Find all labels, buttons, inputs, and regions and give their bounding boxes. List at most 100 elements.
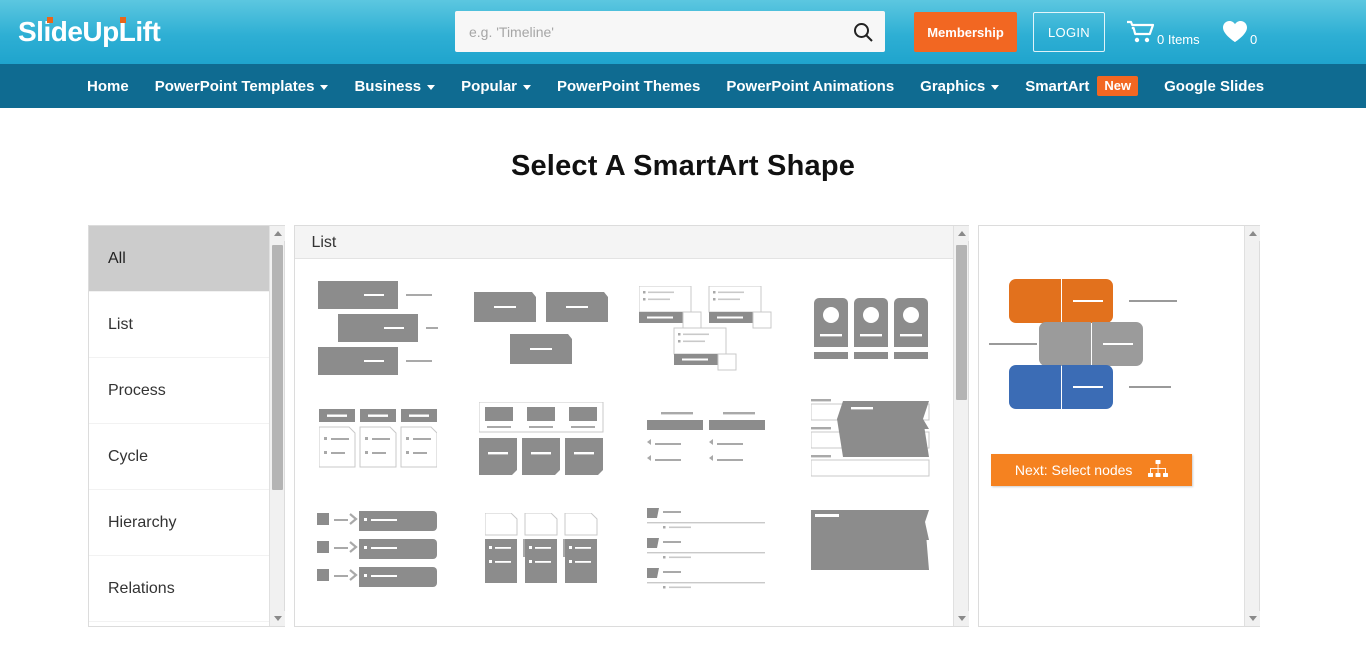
- gallery-row: [295, 494, 953, 604]
- shape-thumbnail-picture-header-list[interactable]: [460, 384, 624, 494]
- shape-thumbnail-chevron-label-list[interactable]: [295, 604, 459, 626]
- scroll-down-icon[interactable]: [270, 611, 285, 626]
- gallery-row: [295, 384, 953, 494]
- shape-thumbnail-icon-label-pair-list[interactable]: [460, 604, 624, 626]
- shape-thumbnail-ribbon-bullet-list[interactable]: [789, 494, 953, 604]
- shape-thumbnail-square-arrow-list[interactable]: [295, 494, 459, 604]
- nav-item-home[interactable]: Home: [74, 64, 142, 108]
- gallery-scroll-down-icon[interactable]: [954, 611, 969, 626]
- category-item-process[interactable]: Process: [89, 358, 284, 424]
- category-item-label: Relations: [108, 580, 175, 597]
- shape-thumbnail-diamond-marker-list[interactable]: [789, 604, 953, 626]
- shape-gallery-panel: List: [294, 225, 969, 627]
- nav-item-label: PowerPoint Animations: [726, 78, 894, 95]
- login-button[interactable]: LOGIN: [1033, 12, 1105, 52]
- membership-button[interactable]: Membership: [914, 12, 1017, 52]
- preview-caption-line: [1129, 386, 1171, 388]
- heart-icon: [1222, 20, 1248, 48]
- preview-node-text-line: [1073, 386, 1103, 388]
- nav-item-label: Google Slides: [1164, 78, 1264, 95]
- shape-thumbnail-tagged-line-list[interactable]: [624, 494, 788, 604]
- category-item-hierarchy[interactable]: Hierarchy: [89, 490, 284, 556]
- gallery-section-title: List: [295, 226, 968, 259]
- shape-thumbnail-titled-columns-list[interactable]: [295, 384, 459, 494]
- nav-item-powerpoint-themes[interactable]: PowerPoint Themes: [544, 64, 713, 108]
- search-input[interactable]: [455, 24, 841, 40]
- shape-thumbnail-angled-banner-list[interactable]: [789, 384, 953, 494]
- cart-item-count: 0 Items: [1157, 32, 1200, 49]
- preview-caption-line: [1129, 300, 1177, 302]
- category-list: All List Process Cycle Hierarchy Relations: [89, 226, 284, 626]
- preview-row-orange: [979, 279, 1239, 323]
- nav-item-label: Graphics: [920, 78, 985, 95]
- next-select-nodes-button[interactable]: Next: Select nodes: [991, 454, 1192, 486]
- category-scroll-thumb[interactable]: [272, 245, 283, 490]
- preview-caption-line: [989, 343, 1037, 345]
- nav-item-powerpoint-animations[interactable]: PowerPoint Animations: [713, 64, 907, 108]
- preview-scroll-up-icon[interactable]: [1245, 226, 1260, 241]
- gallery-scroll-up-icon[interactable]: [954, 226, 969, 241]
- page-title: Select A SmartArt Shape: [0, 150, 1366, 183]
- chevron-down-icon: [427, 85, 435, 90]
- preview-node-text-line: [1103, 343, 1133, 345]
- shape-thumbnail-bar-progress-list[interactable]: [624, 604, 788, 626]
- shape-thumbnail-staggered-blocks-list[interactable]: [295, 274, 459, 384]
- shape-thumbnail-captioned-cards-list[interactable]: [624, 274, 788, 384]
- shape-thumbnail-two-column-bullet-list[interactable]: [624, 384, 788, 494]
- nav-item-smartart[interactable]: SmartArtNew: [1012, 64, 1151, 108]
- shape-thumbnail-folded-corner-cards[interactable]: [460, 494, 624, 604]
- preview-scrollbar[interactable]: [1244, 226, 1259, 626]
- cart-button[interactable]: 0 Items: [1126, 20, 1200, 49]
- category-scrollbar[interactable]: [269, 226, 284, 626]
- preview-node-primary[interactable]: [1009, 279, 1061, 323]
- site-logo[interactable]: SlideUpLift: [18, 18, 160, 46]
- scroll-up-icon[interactable]: [270, 226, 285, 241]
- sitemap-icon: [1148, 460, 1168, 481]
- category-item-label: Process: [108, 382, 166, 399]
- favorites-count: 0: [1250, 32, 1257, 48]
- search-bar[interactable]: [455, 11, 885, 52]
- nav-item-label: Business: [354, 78, 421, 95]
- category-item-cycle[interactable]: Cycle: [89, 424, 284, 490]
- preview-row-gray: [979, 322, 1239, 366]
- preview-node-secondary[interactable]: [1062, 279, 1113, 323]
- shape-thumbnail-vertical-picture-list[interactable]: [789, 274, 953, 384]
- favorites-button[interactable]: 0: [1222, 20, 1257, 48]
- preview-node-secondary[interactable]: [1092, 322, 1143, 366]
- nav-item-label: PowerPoint Templates: [155, 78, 315, 95]
- nav-item-label: Home: [87, 78, 129, 95]
- preview-canvas: [979, 226, 1244, 626]
- chevron-down-icon: [991, 85, 999, 90]
- nav-item-business[interactable]: Business: [341, 64, 448, 108]
- logo-dot-i2: [120, 17, 126, 23]
- cart-icon: [1126, 20, 1154, 49]
- category-item-list[interactable]: List: [89, 292, 284, 358]
- logo-text: SlideUpLift: [18, 16, 160, 47]
- preview-row-blue: [979, 365, 1239, 409]
- category-item-label: Hierarchy: [108, 514, 176, 531]
- preview-panel: Next: Select nodes: [978, 225, 1260, 627]
- category-item-relations[interactable]: Relations: [89, 556, 284, 622]
- nav-item-powerpoint-templates[interactable]: PowerPoint Templates: [142, 64, 342, 108]
- gallery-scrollbar[interactable]: [953, 226, 968, 626]
- preview-node-secondary[interactable]: [1062, 365, 1113, 409]
- gallery-row: [295, 604, 953, 626]
- category-item-label: Cycle: [108, 448, 148, 465]
- nav-item-popular[interactable]: Popular: [448, 64, 544, 108]
- nav-item-google-slides[interactable]: Google Slides: [1151, 64, 1277, 108]
- smartart-workspace: All List Process Cycle Hierarchy Relations Li…: [88, 225, 1260, 627]
- category-item-label: All: [108, 250, 126, 267]
- search-icon[interactable]: [841, 11, 885, 52]
- category-item-all[interactable]: All: [89, 226, 284, 292]
- site-header: SlideUpLift Membership LOGIN 0 Items: [0, 0, 1366, 64]
- nav-item-label: PowerPoint Themes: [557, 78, 700, 95]
- preview-node-primary[interactable]: [1039, 322, 1091, 366]
- preview-scroll-down-icon[interactable]: [1245, 611, 1260, 626]
- nav-item-graphics[interactable]: Graphics: [907, 64, 1012, 108]
- shape-thumbnail-three-banner-list[interactable]: [460, 274, 624, 384]
- preview-node-primary[interactable]: [1009, 365, 1061, 409]
- gallery-scroll-thumb[interactable]: [956, 245, 967, 400]
- gallery-row: [295, 274, 953, 384]
- chevron-down-icon: [523, 85, 531, 90]
- main-navigation: Home PowerPoint Templates Business Popular P…: [0, 64, 1366, 108]
